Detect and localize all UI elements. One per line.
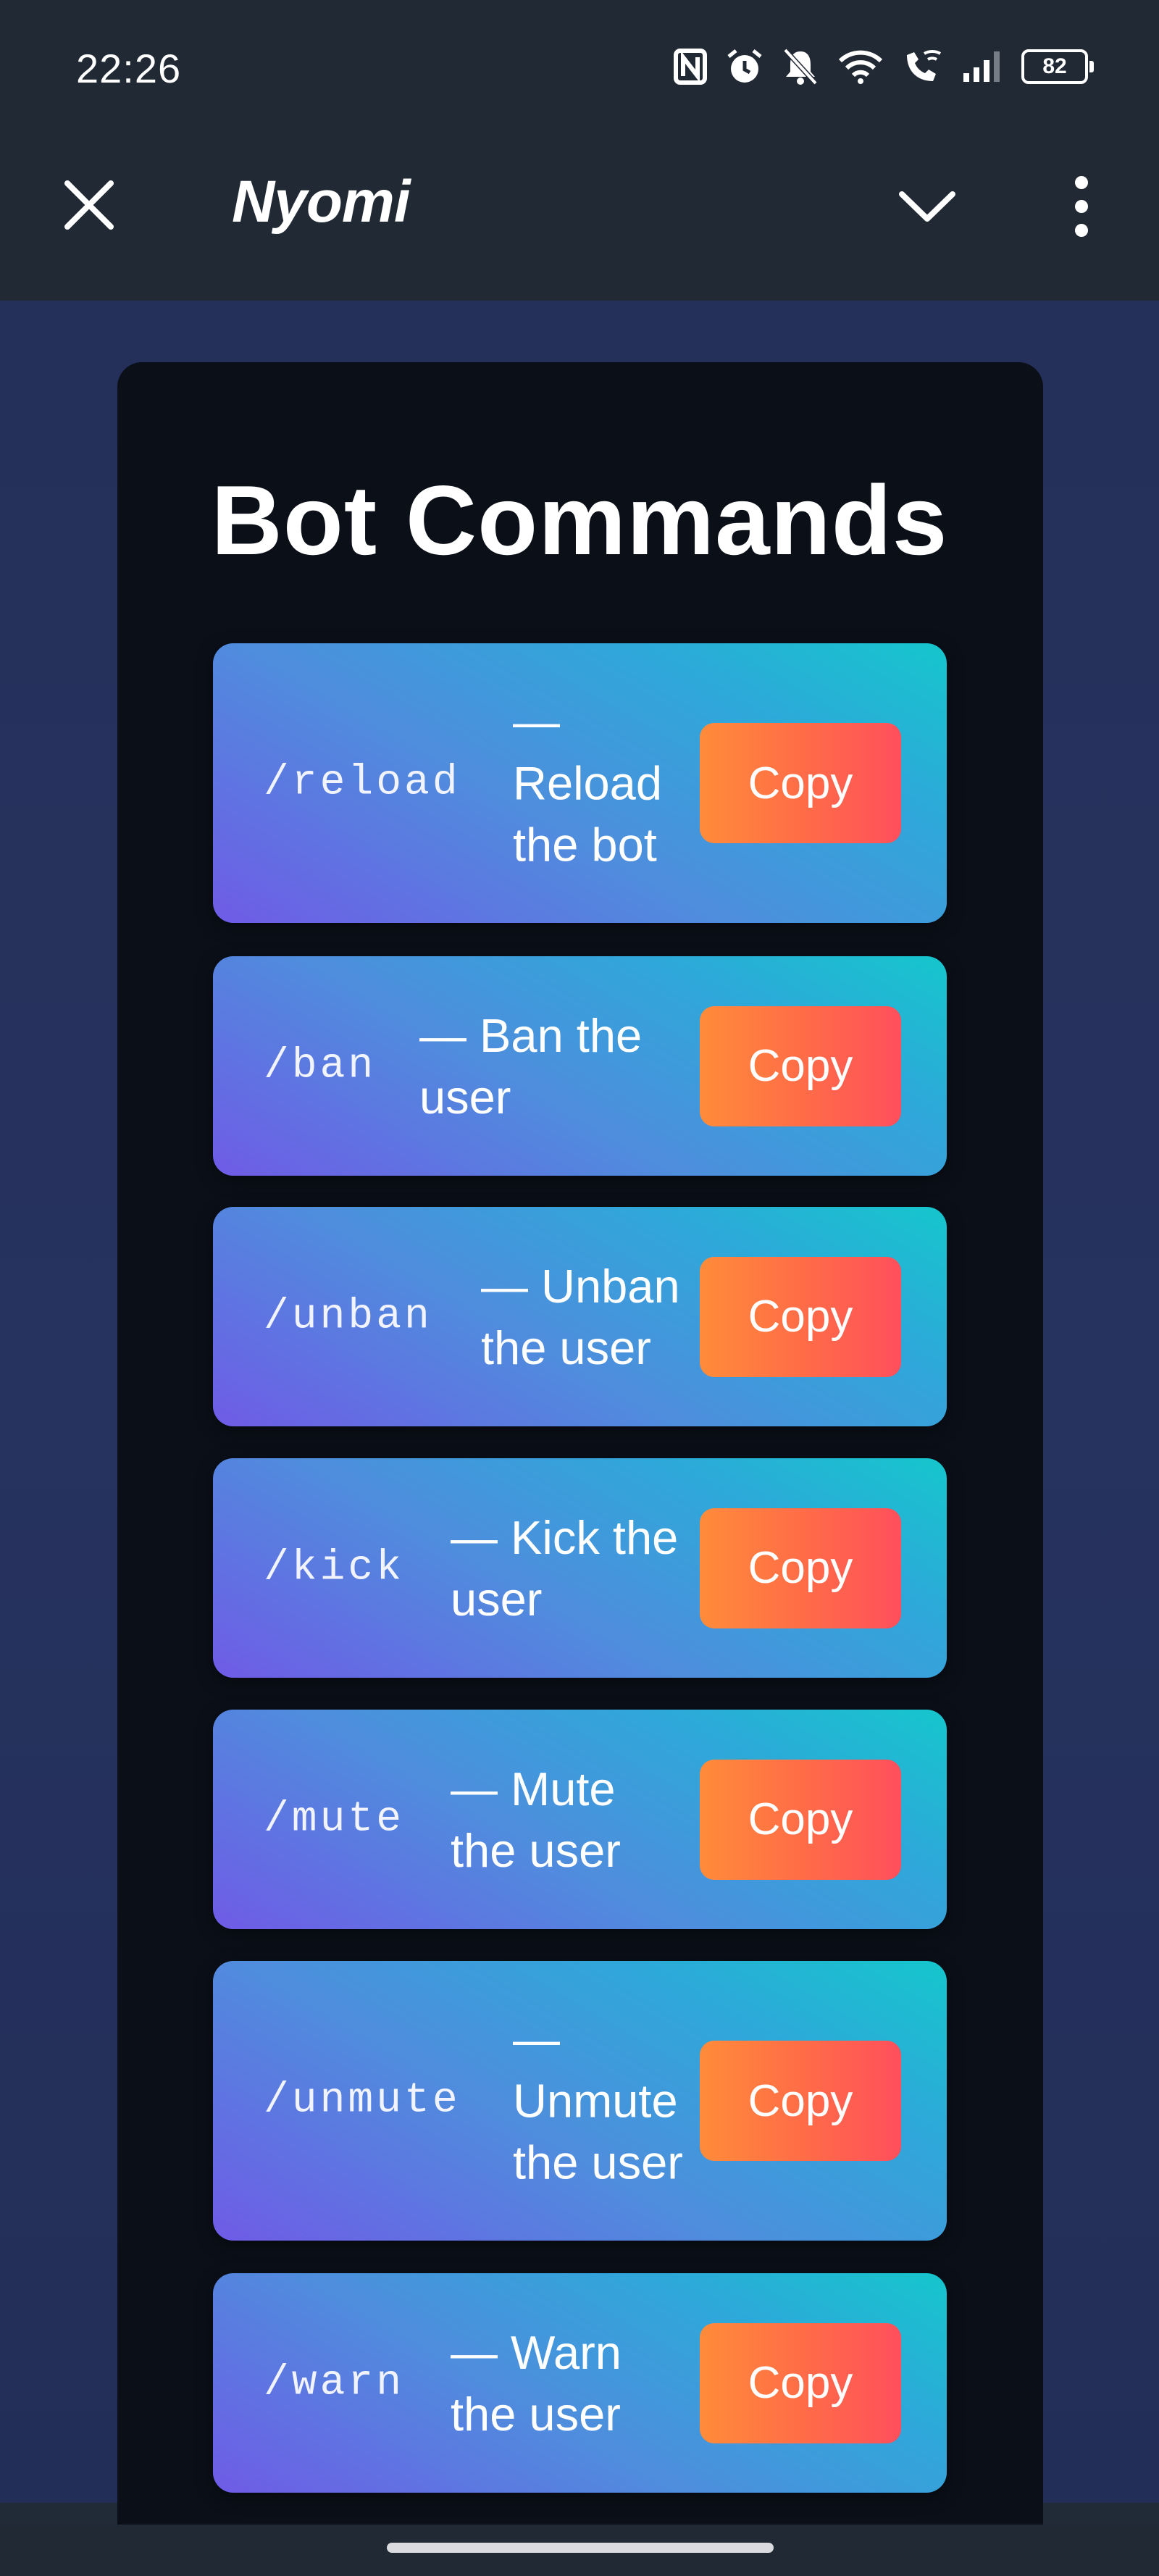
mute-bell-icon <box>783 48 818 85</box>
status-icons: 82 <box>674 45 1094 88</box>
chevron-down-icon[interactable] <box>895 181 960 232</box>
alarm-icon <box>727 49 762 83</box>
nfc-icon <box>674 49 707 85</box>
command-text: /reload <box>264 759 461 807</box>
copy-button[interactable]: Copy <box>700 723 901 843</box>
copy-button[interactable]: Copy <box>700 2041 901 2161</box>
command-text: /warn <box>264 2359 405 2406</box>
close-icon[interactable] <box>58 174 120 236</box>
command-description: — Warn the user <box>451 2325 622 2441</box>
command-text: /kick <box>264 1544 405 1592</box>
command-text: /ban <box>264 1042 377 1090</box>
command-text: /unmute <box>264 2077 461 2125</box>
copy-button[interactable]: Copy <box>700 1759 901 1880</box>
copy-button[interactable]: Copy <box>700 1256 901 1377</box>
copy-button[interactable]: Copy <box>700 1005 901 1126</box>
battery-icon: 82 <box>1021 49 1094 84</box>
battery-level: 82 <box>1042 54 1067 78</box>
command-card-warn: /warn — Warn the user Copy <box>213 2273 947 2493</box>
command-text: /mute <box>264 1796 405 1843</box>
command-card-unban: /unban — Unban the user Copy <box>213 1207 947 1426</box>
app-bar <box>0 134 1159 301</box>
copy-button[interactable]: Copy <box>700 2322 901 2443</box>
command-card-ban: /ban — Ban the user Copy <box>213 956 947 1176</box>
command-description: — Unban the user <box>481 1259 680 1374</box>
status-time: 22:26 <box>76 46 182 91</box>
command-description: — Mute the user <box>451 1762 621 1877</box>
command-text: /unban <box>264 1293 432 1340</box>
more-vertical-icon[interactable] <box>1058 174 1105 239</box>
wifi-calling-icon <box>907 50 941 81</box>
copy-button[interactable]: Copy <box>700 1507 901 1628</box>
home-gesture-handle[interactable] <box>387 2543 774 2553</box>
command-description: — Kick the user <box>451 1510 679 1626</box>
wifi-icon <box>838 50 883 84</box>
command-description: — Reload the bot <box>513 695 662 871</box>
command-description: — Unmute the user <box>513 2012 683 2189</box>
command-card-kick: /kick — Kick the user Copy <box>213 1458 947 1678</box>
command-card-reload: /reload — Reload the bot Copy <box>213 643 947 923</box>
signal-icon <box>963 51 1000 82</box>
app-title: Nyomi <box>232 169 411 235</box>
command-card-unmute: /unmute — Unmute the user Copy <box>213 1961 947 2241</box>
panel-title: Bot Commands <box>211 465 948 575</box>
command-description: — Ban the user <box>419 1008 643 1124</box>
command-card-mute: /mute — Mute the user Copy <box>213 1710 947 1929</box>
